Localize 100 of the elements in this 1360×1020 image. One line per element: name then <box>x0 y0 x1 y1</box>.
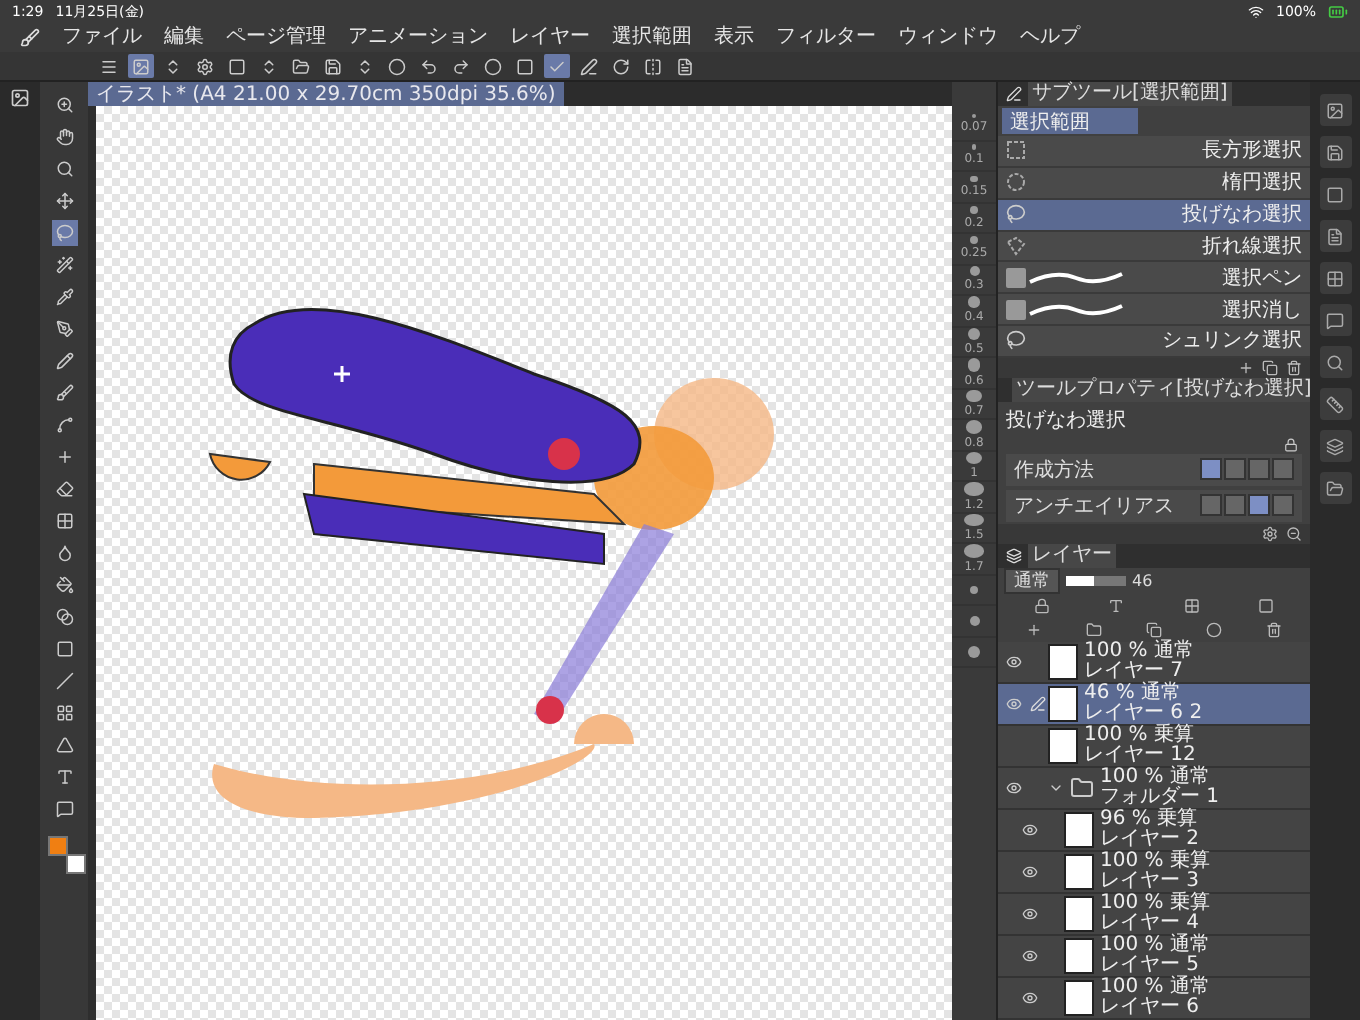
menu-item[interactable]: アニメーション <box>348 28 488 48</box>
subtool-group[interactable]: 選択範囲 <box>1002 108 1138 134</box>
eraser-tool[interactable] <box>51 476 77 502</box>
add-icon[interactable] <box>1238 360 1254 376</box>
menu-item[interactable]: 表示 <box>714 28 754 48</box>
eye-icon[interactable] <box>1006 695 1022 712</box>
color-swatch[interactable] <box>48 836 68 856</box>
menu-item[interactable]: 編集 <box>164 28 204 48</box>
undo-button[interactable] <box>416 54 442 78</box>
layer-row[interactable]: 100 % 通常 フォルダー 1 <box>998 767 1310 810</box>
document-button[interactable] <box>672 54 698 78</box>
blend-tool[interactable] <box>51 604 77 630</box>
circle-icon <box>388 57 406 75</box>
menu-item[interactable]: ファイル <box>62 28 142 48</box>
layer-row[interactable]: 100 % 通常 レイヤー 7 <box>998 641 1310 684</box>
subtool-item[interactable]: 選択消し <box>998 294 1310 327</box>
layer-row[interactable]: 100 % 乗算 レイヤー 12 <box>998 725 1310 768</box>
panel-tab[interactable]: ツールプロパティ[投げなわ選択] <box>1012 378 1316 403</box>
subtool-item[interactable]: 楕円選択 <box>998 167 1310 200</box>
app-logo-icon[interactable] <box>20 28 40 48</box>
canvas-icon[interactable] <box>10 88 30 108</box>
subtool-item[interactable]: 長方形選択 <box>998 136 1310 168</box>
pencil-tool[interactable] <box>51 348 77 374</box>
save-button[interactable] <box>320 54 346 78</box>
panel-button[interactable] <box>1319 472 1351 504</box>
hand-tool[interactable] <box>51 124 77 150</box>
subtool-item[interactable]: 選択ペン <box>998 262 1310 295</box>
lasso-tool[interactable] <box>51 220 77 246</box>
panel-tab[interactable]: レイヤー <box>1028 543 1116 568</box>
folder-icon[interactable] <box>1086 621 1102 638</box>
panel-button[interactable] <box>1319 388 1351 420</box>
option-button[interactable] <box>1200 458 1222 481</box>
add-icon[interactable] <box>1026 621 1042 638</box>
bucket-tool[interactable] <box>51 572 77 598</box>
panel-tab[interactable]: サブツール[選択範囲] <box>1028 82 1232 106</box>
pen-tool[interactable] <box>51 316 77 342</box>
subtool-item[interactable]: シュリンク選択 <box>998 326 1310 358</box>
square-button[interactable] <box>512 54 538 78</box>
menu-item[interactable]: 選択範囲 <box>612 28 692 48</box>
panel-button[interactable] <box>1319 304 1351 336</box>
check-button[interactable] <box>544 54 570 78</box>
circle-button[interactable] <box>384 54 410 78</box>
panel-button[interactable] <box>1319 262 1351 294</box>
layer-row[interactable]: 100 % 乗算 レイヤー 4 <box>998 893 1310 936</box>
eye-icon[interactable] <box>1022 821 1038 838</box>
layer-row[interactable]: 46 % 通常 レイヤー 6 2 <box>998 683 1310 726</box>
layer-row[interactable]: 100 % 通常 レイヤー 6 <box>998 977 1310 1020</box>
pen-button[interactable] <box>576 54 602 78</box>
option-button[interactable] <box>1248 494 1270 517</box>
menu-item[interactable]: ヘルプ <box>1020 28 1080 48</box>
copy-icon[interactable] <box>1146 621 1162 638</box>
eye-icon[interactable] <box>1006 653 1022 670</box>
rotate-button[interactable] <box>608 54 634 78</box>
square-button[interactable] <box>224 54 250 78</box>
eye-icon[interactable] <box>1022 863 1038 880</box>
square-icon[interactable] <box>1258 597 1275 614</box>
menu-item[interactable]: フィルター <box>776 28 876 48</box>
brush-tool[interactable] <box>51 380 77 406</box>
balloon-tool[interactable] <box>51 796 77 822</box>
menu-item[interactable]: レイヤー <box>510 28 590 48</box>
redo-button[interactable] <box>448 54 474 78</box>
menu-item[interactable]: ウィンドウ <box>898 28 998 48</box>
flip-button[interactable] <box>640 54 666 78</box>
layer-row[interactable]: 100 % 通常 レイヤー 5 <box>998 935 1310 978</box>
opacity-value[interactable]: 46 <box>1132 571 1153 590</box>
panel-button[interactable] <box>1319 346 1351 378</box>
eye-icon[interactable] <box>1006 779 1022 796</box>
circle-button[interactable] <box>480 54 506 78</box>
panel-button[interactable] <box>1319 94 1351 126</box>
trash-icon[interactable] <box>1266 621 1282 638</box>
search-icon[interactable] <box>1286 525 1302 542</box>
gear-button[interactable] <box>192 54 218 78</box>
canvas-tab[interactable]: イラスト* (A4 21.00 x 29.70cm 350dpi 35.6%) <box>88 82 564 106</box>
layer-row[interactable]: 96 % 乗算 レイヤー 2 <box>998 809 1310 852</box>
panel-button[interactable] <box>1319 178 1351 210</box>
panel-button[interactable] <box>1319 136 1351 168</box>
copy-icon[interactable] <box>1262 360 1278 376</box>
eye-icon[interactable] <box>1022 905 1038 922</box>
move-tool[interactable] <box>51 188 77 214</box>
grid-icon[interactable] <box>1183 597 1200 614</box>
lock-icon[interactable] <box>1284 438 1298 453</box>
lock-icon[interactable] <box>1033 597 1050 614</box>
layer-row[interactable]: 100 % 乗算 レイヤー 3 <box>998 851 1310 894</box>
blend-mode-dropdown[interactable]: 通常 <box>1004 567 1060 594</box>
eye-icon[interactable] <box>1022 989 1038 1006</box>
subtool-item[interactable]: 投げなわ選択 <box>998 199 1310 232</box>
panel-button[interactable] <box>1319 430 1351 462</box>
color-swatch[interactable] <box>66 854 86 874</box>
panel-button[interactable] <box>1319 220 1351 252</box>
eye-icon[interactable] <box>1022 947 1038 964</box>
settings-icon[interactable] <box>1262 525 1278 542</box>
trash-icon[interactable] <box>1286 360 1302 376</box>
wand-tool[interactable] <box>51 252 77 278</box>
circle-icon[interactable] <box>1206 621 1222 638</box>
subtool-item[interactable]: 折れ線選択 <box>998 231 1310 263</box>
line-tool[interactable] <box>51 668 77 694</box>
opacity-slider[interactable] <box>1066 575 1126 586</box>
text-icon[interactable] <box>1108 597 1125 614</box>
menu-item[interactable]: ページ管理 <box>226 28 326 48</box>
folder-button[interactable] <box>288 54 314 78</box>
